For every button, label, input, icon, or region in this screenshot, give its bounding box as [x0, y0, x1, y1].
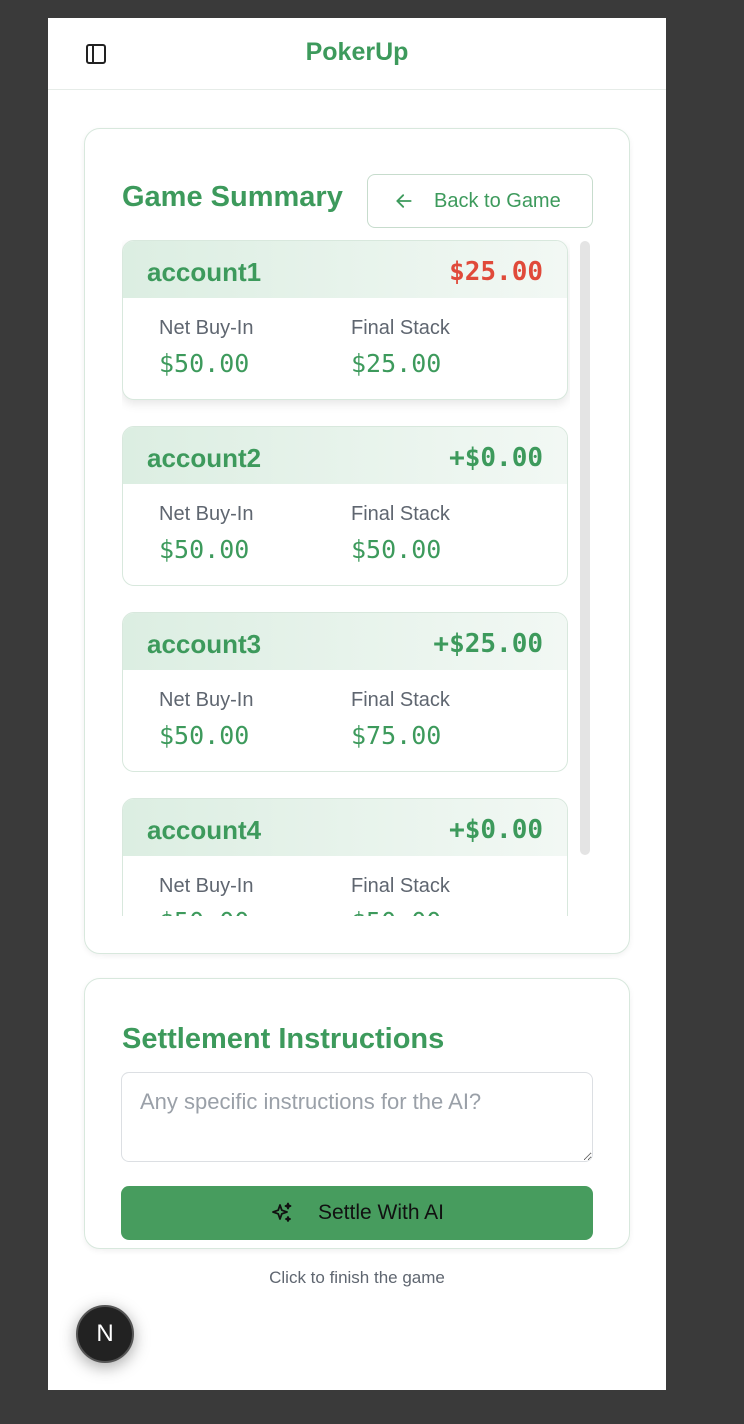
player-net-result: +$25.00 — [433, 629, 543, 659]
settle-with-ai-button[interactable]: Settle With AI — [121, 1186, 593, 1240]
player-card: account1 $25.00 Net Buy-In Final Stack $… — [122, 240, 568, 400]
player-card: account3 +$25.00 Net Buy-In Final Stack … — [122, 612, 568, 772]
player-list-scrollbar[interactable] — [580, 241, 590, 855]
settlement-instructions-input[interactable] — [121, 1072, 593, 1162]
player-name: account1 — [147, 257, 262, 287]
final-stack-label: Final Stack — [351, 503, 450, 525]
player-name: account2 — [147, 443, 262, 473]
player-card: account2 +$0.00 Net Buy-In Final Stack $… — [122, 426, 568, 586]
app-viewport: PokerUp Game Summary Back to Game accoun… — [48, 18, 666, 1390]
net-buy-in-label: Net Buy-In — [159, 317, 254, 339]
final-stack-value: $50.00 — [351, 907, 441, 916]
game-summary-card: Game Summary Back to Game account1 $25.0… — [84, 128, 630, 954]
final-stack-label: Final Stack — [351, 689, 450, 711]
app-header: PokerUp — [48, 18, 666, 90]
back-to-game-button[interactable]: Back to Game — [367, 174, 593, 228]
final-stack-value: $75.00 — [351, 721, 442, 750]
net-buy-in-label: Net Buy-In — [159, 503, 254, 525]
net-buy-in-value: $50.00 — [159, 907, 249, 916]
player-net-result: +$0.00 — [449, 443, 543, 473]
net-buy-in-label: Net Buy-In — [159, 875, 254, 897]
player-list[interactable]: account1 $25.00 Net Buy-In Final Stack $… — [122, 240, 570, 916]
settlement-card: Settlement Instructions Settle With AI — [84, 978, 630, 1249]
final-stack-value: $50.00 — [351, 535, 442, 564]
player-card-header: account1 $25.00 — [123, 241, 567, 298]
dev-badge[interactable]: N — [76, 1305, 134, 1363]
player-card-header: account2 +$0.00 — [123, 427, 567, 484]
player-net-result: +$0.00 — [449, 815, 543, 845]
game-summary-title: Game Summary — [122, 181, 343, 213]
settlement-title: Settlement Instructions — [122, 1023, 445, 1055]
final-stack-label: Final Stack — [351, 317, 450, 339]
player-net-result: $25.00 — [449, 257, 543, 287]
dev-badge-letter: N — [96, 1320, 114, 1347]
net-buy-in-label: Net Buy-In — [159, 689, 254, 711]
player-card: account4 +$0.00 Net Buy-In Final Stack $… — [122, 798, 568, 916]
net-buy-in-value: $50.00 — [159, 721, 250, 750]
final-stack-value: $25.00 — [351, 349, 442, 378]
net-buy-in-value: $50.00 — [159, 349, 250, 378]
sparkles-icon — [272, 1202, 292, 1222]
final-stack-label: Final Stack — [351, 875, 450, 897]
player-name: account3 — [147, 629, 262, 659]
player-name: account4 — [147, 815, 262, 845]
back-to-game-label: Back to Game — [434, 189, 561, 212]
arrow-left-icon — [396, 194, 412, 208]
finish-hint: Click to finish the game — [269, 1268, 445, 1287]
player-card-header: account3 +$25.00 — [123, 613, 567, 670]
app-title: PokerUp — [305, 38, 409, 66]
net-buy-in-value: $50.00 — [159, 535, 250, 564]
settle-with-ai-label: Settle With AI — [317, 1201, 445, 1224]
player-card-header: account4 +$0.00 — [123, 799, 567, 856]
